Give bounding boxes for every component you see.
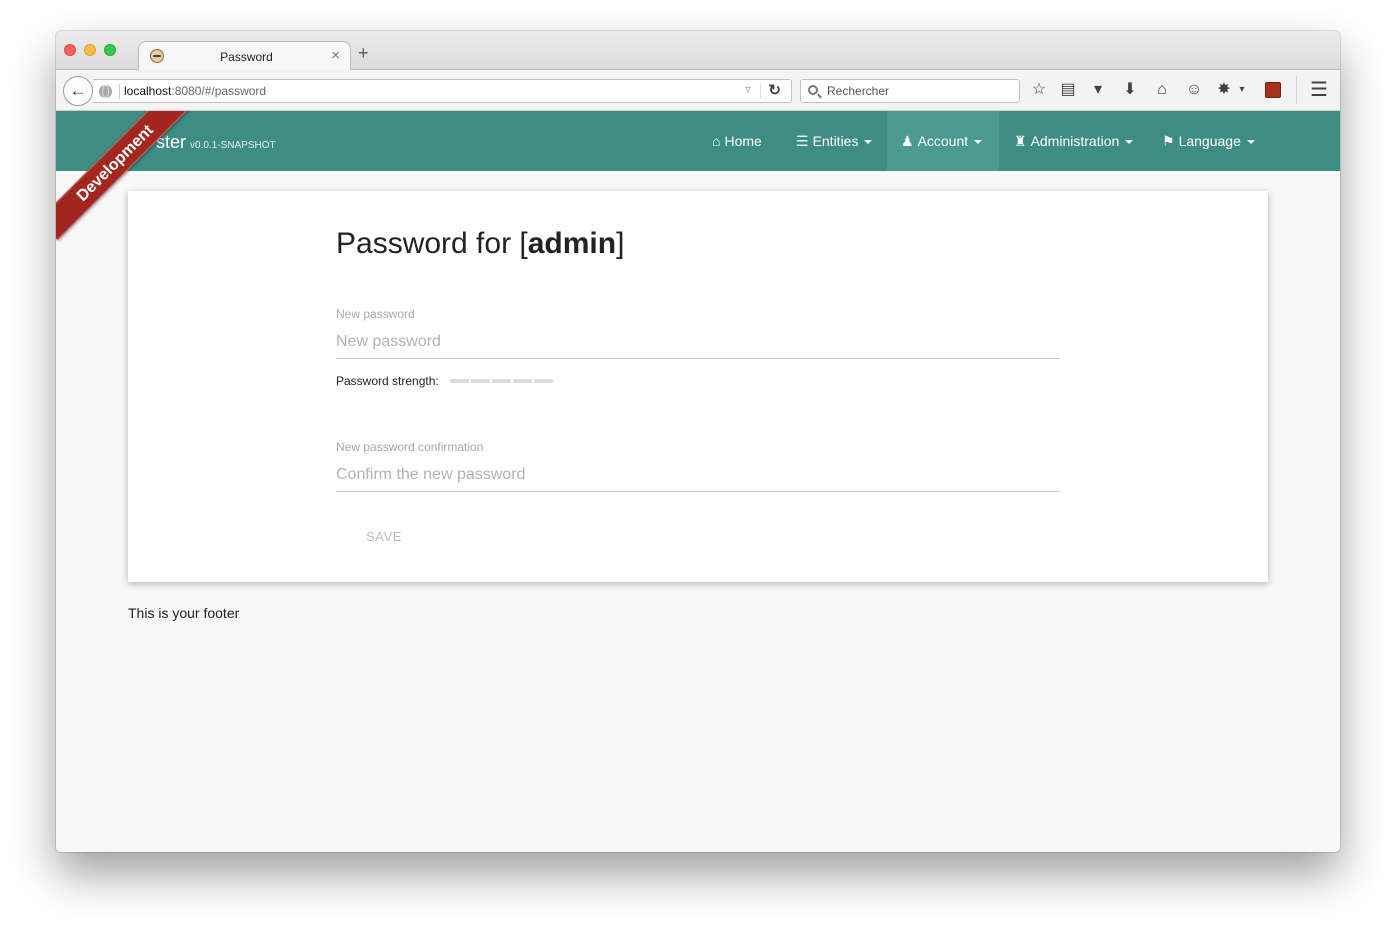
nav-entities-label: Entities	[812, 133, 859, 149]
page-footer: This is your footer	[128, 605, 240, 621]
tab-strip: Password × +	[56, 31, 1340, 71]
reload-icon[interactable]: ↻	[768, 81, 781, 99]
home-icon: ⌂	[712, 133, 721, 149]
app-navbar: ster v0.0.1-SNAPSHOT ⌂ Home ☰ Entities ♟ Acc…	[56, 111, 1340, 171]
arrow-left-icon: ←	[69, 81, 87, 100]
navigation-toolbar: ← localhost:8080/#/password ▿ ↻ Recherch…	[56, 70, 1340, 111]
toolbar-divider	[1296, 76, 1297, 104]
search-icon	[808, 85, 818, 95]
title-suffix: ]	[616, 227, 625, 260]
bookmark-star-icon[interactable]: ☆	[1027, 78, 1051, 102]
nav-language-label: Language	[1178, 133, 1241, 149]
reading-list-icon[interactable]: ▤	[1056, 78, 1080, 102]
list-icon: ☰	[796, 133, 809, 149]
browser-window: Password × + ← localhost:8080/#/password…	[56, 31, 1340, 852]
favicon-icon	[150, 49, 164, 63]
url-history-dropdown-icon[interactable]: ▿	[745, 82, 751, 96]
search-placeholder: Rechercher	[827, 84, 890, 98]
brand-version: v0.0.1-SNAPSHOT	[190, 140, 276, 151]
strength-segment	[450, 379, 469, 383]
zoom-window-button[interactable]	[104, 44, 116, 56]
strength-segment	[534, 379, 553, 383]
globe-icon	[99, 85, 112, 98]
nav-language[interactable]: ⚑ Language	[1148, 111, 1269, 171]
search-bar[interactable]: Rechercher	[800, 79, 1020, 103]
pocket-icon[interactable]: ▾	[1086, 78, 1110, 102]
chevron-down-icon	[864, 140, 873, 145]
chat-icon[interactable]: ☺	[1182, 78, 1206, 102]
back-button[interactable]: ←	[63, 76, 93, 106]
page-title: Password for [admin]	[336, 227, 624, 261]
url-bar[interactable]: localhost:8080/#/password ▿ ↻	[93, 79, 792, 103]
extension-icon[interactable]: ✸	[1212, 78, 1236, 102]
minimize-window-button[interactable]	[84, 44, 96, 56]
url-path: :8080/#/password	[171, 84, 267, 98]
new-tab-button[interactable]: +	[358, 44, 369, 62]
strength-segment	[513, 379, 532, 383]
tab-title: Password	[220, 50, 273, 64]
nav-home-label: Home	[724, 133, 762, 149]
close-window-button[interactable]	[64, 44, 76, 56]
chevron-down-icon	[1246, 140, 1255, 145]
url-divider	[119, 84, 120, 99]
download-icon[interactable]: ⬇	[1118, 78, 1142, 102]
nav-home[interactable]: ⌂ Home	[698, 111, 776, 171]
title-prefix: Password for [	[336, 227, 528, 260]
brand-logo[interactable]: ster v0.0.1-SNAPSHOT	[156, 132, 276, 153]
new-password-label: New password	[336, 307, 415, 321]
password-card: Password for [admin] New password Passwo…	[128, 191, 1268, 582]
save-button[interactable]: SAVE	[336, 525, 432, 547]
nav-administration-label: Administration	[1030, 133, 1120, 149]
flag-icon: ⚑	[1162, 133, 1175, 149]
url-divider-2	[760, 84, 761, 99]
new-password-input[interactable]	[336, 325, 1060, 359]
nav-account-label: Account	[917, 133, 969, 149]
confirm-password-label: New password confirmation	[336, 440, 484, 454]
addon-icon[interactable]	[1261, 78, 1285, 102]
tab-password[interactable]: Password ×	[138, 41, 351, 71]
title-username: admin	[527, 227, 617, 260]
nav-administration[interactable]: ♜ Administration	[1000, 111, 1147, 171]
strength-segment	[492, 379, 511, 383]
chevron-down-icon	[974, 140, 983, 145]
url-host: localhost	[124, 84, 172, 98]
confirm-password-input[interactable]	[336, 458, 1060, 492]
web-page: ster v0.0.1-SNAPSHOT ⌂ Home ☰ Entities ♟ Acc…	[56, 111, 1340, 852]
extension-dropdown-icon[interactable]: ▾	[1235, 78, 1249, 102]
password-strength-label: Password strength:	[336, 374, 439, 388]
chevron-down-icon	[1125, 140, 1134, 145]
nav-entities[interactable]: ☰ Entities	[782, 111, 886, 171]
home-icon[interactable]: ⌂	[1150, 78, 1174, 102]
hamburger-menu-icon[interactable]: ☰	[1307, 78, 1331, 102]
tab-close-icon[interactable]: ×	[331, 47, 340, 64]
tower-icon: ♜	[1014, 133, 1027, 149]
user-icon: ♟	[901, 133, 914, 149]
strength-segment	[471, 379, 490, 383]
nav-account[interactable]: ♟ Account	[887, 111, 999, 171]
url-text[interactable]: localhost:8080/#/password	[124, 84, 266, 98]
